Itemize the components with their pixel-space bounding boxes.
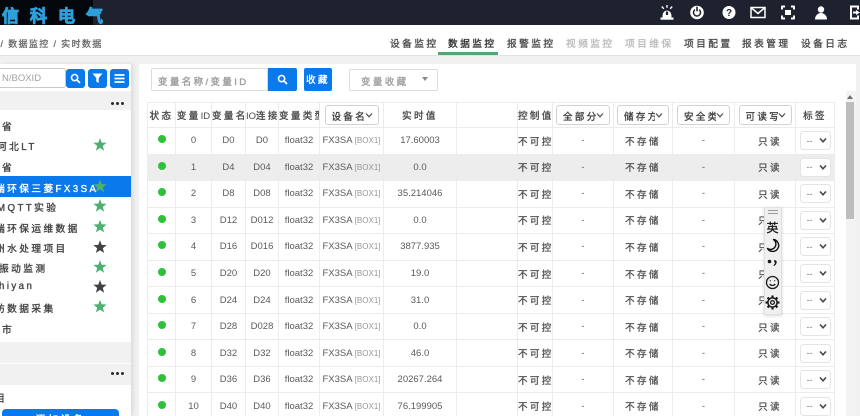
svg-text:?: ?: [726, 8, 732, 19]
